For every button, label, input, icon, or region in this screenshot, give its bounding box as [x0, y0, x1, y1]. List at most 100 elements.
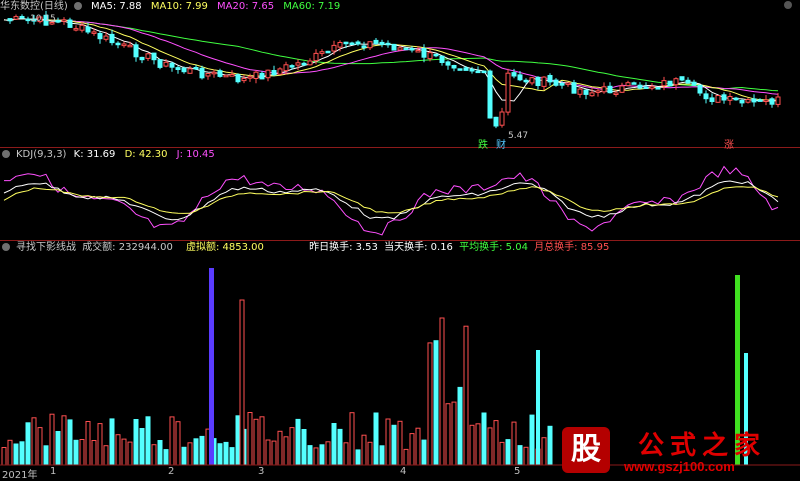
candle-body	[541, 76, 547, 87]
candle-body	[511, 72, 517, 77]
candle-body	[235, 74, 241, 83]
volume-bar	[307, 445, 313, 466]
volume-bar	[433, 340, 439, 466]
candle-body	[727, 96, 733, 101]
volume-bar	[475, 423, 481, 466]
candle-body	[199, 67, 205, 79]
candle-body	[463, 67, 469, 71]
volume-bar	[79, 439, 85, 466]
volume-bar	[319, 444, 325, 466]
candle-body	[391, 43, 397, 51]
candle-body	[157, 59, 163, 68]
volume-bar	[379, 445, 385, 466]
volume-bar	[541, 437, 547, 466]
x-axis-month-5: 5	[514, 466, 521, 477]
volume-bar	[61, 415, 67, 466]
event-mark-finance[interactable]: 财	[496, 136, 506, 151]
candle-body	[313, 52, 319, 62]
candle-body	[325, 50, 331, 54]
candle-body	[85, 26, 91, 33]
volume-bar	[283, 436, 289, 466]
candle-body	[61, 19, 67, 22]
candle-body	[721, 94, 727, 101]
candle-body	[631, 82, 637, 85]
x-axis-year: 2021年	[2, 470, 38, 481]
volume-bar	[31, 417, 37, 466]
volume-bar	[193, 438, 199, 466]
candle-body	[769, 98, 775, 105]
volume-bar	[199, 435, 205, 466]
candle-body	[67, 19, 73, 28]
volume-bar-highlight	[209, 268, 214, 465]
candle-body	[523, 79, 529, 83]
candle-body	[103, 35, 109, 40]
candle-body	[571, 82, 577, 94]
candle-body	[487, 70, 493, 119]
candle-body	[661, 80, 667, 87]
volume-bar	[481, 412, 487, 466]
volume-bar	[397, 420, 403, 466]
volume-bar	[505, 439, 511, 466]
candle-body	[451, 65, 457, 69]
candle-body	[127, 44, 133, 48]
candle-body	[139, 56, 145, 61]
candle-body	[583, 89, 589, 95]
volume-bar	[55, 431, 61, 466]
candle-body	[151, 52, 157, 61]
candle-body	[457, 68, 463, 71]
volume-bar	[163, 449, 169, 466]
event-mark-up[interactable]: 涨	[724, 136, 734, 151]
candle-body	[475, 70, 481, 74]
candle-body	[331, 44, 337, 52]
candle-body	[703, 93, 709, 100]
candle-body	[319, 51, 325, 54]
volume-bar	[235, 415, 241, 466]
candle-body	[355, 41, 361, 45]
candle-body	[397, 47, 403, 51]
candle-body	[205, 73, 211, 77]
candle-body	[715, 95, 721, 103]
volume-bar	[367, 441, 373, 466]
candle-body	[679, 76, 685, 81]
volume-bar	[529, 414, 535, 466]
candle-body	[265, 69, 271, 79]
volume-bar	[511, 421, 517, 466]
volume-bar	[253, 418, 259, 466]
candle-body	[445, 61, 451, 66]
volume-bar	[97, 423, 103, 466]
volume-bar	[217, 443, 223, 466]
volume-bar	[91, 440, 97, 466]
candle-body	[775, 96, 781, 105]
candle-body	[637, 84, 643, 89]
candle-body	[493, 116, 499, 127]
volume-bar	[145, 416, 151, 466]
volume-bar	[181, 446, 187, 466]
volume-bar	[385, 418, 391, 466]
volume-bar	[121, 438, 127, 466]
candle-body	[733, 97, 739, 101]
volume-bar	[536, 350, 540, 465]
candle-body	[745, 99, 751, 103]
volume-bar	[247, 412, 253, 466]
volume-bar	[151, 444, 157, 466]
watermark-logo: 股	[562, 427, 610, 473]
candle-body	[301, 62, 307, 66]
candle-body	[277, 68, 283, 75]
volume-bar	[127, 441, 133, 466]
stock-chart-canvas[interactable]	[0, 0, 800, 481]
volume-bar	[301, 429, 307, 466]
candle-body	[403, 47, 409, 51]
candle-body	[409, 48, 415, 51]
candle-body	[211, 71, 217, 75]
volume-bar	[223, 441, 229, 466]
candle-body	[253, 71, 259, 79]
candle-body	[469, 68, 475, 72]
volume-bar	[523, 446, 529, 466]
candle-body	[757, 99, 763, 102]
volume-bar	[49, 413, 55, 466]
x-axis-month-1: 1	[50, 466, 57, 477]
event-mark-down[interactable]: 跌	[478, 136, 488, 151]
volume-bar	[25, 422, 31, 466]
watermark: 股 公式之家 www.gszj100.com	[558, 425, 778, 477]
candle-body	[229, 74, 235, 77]
